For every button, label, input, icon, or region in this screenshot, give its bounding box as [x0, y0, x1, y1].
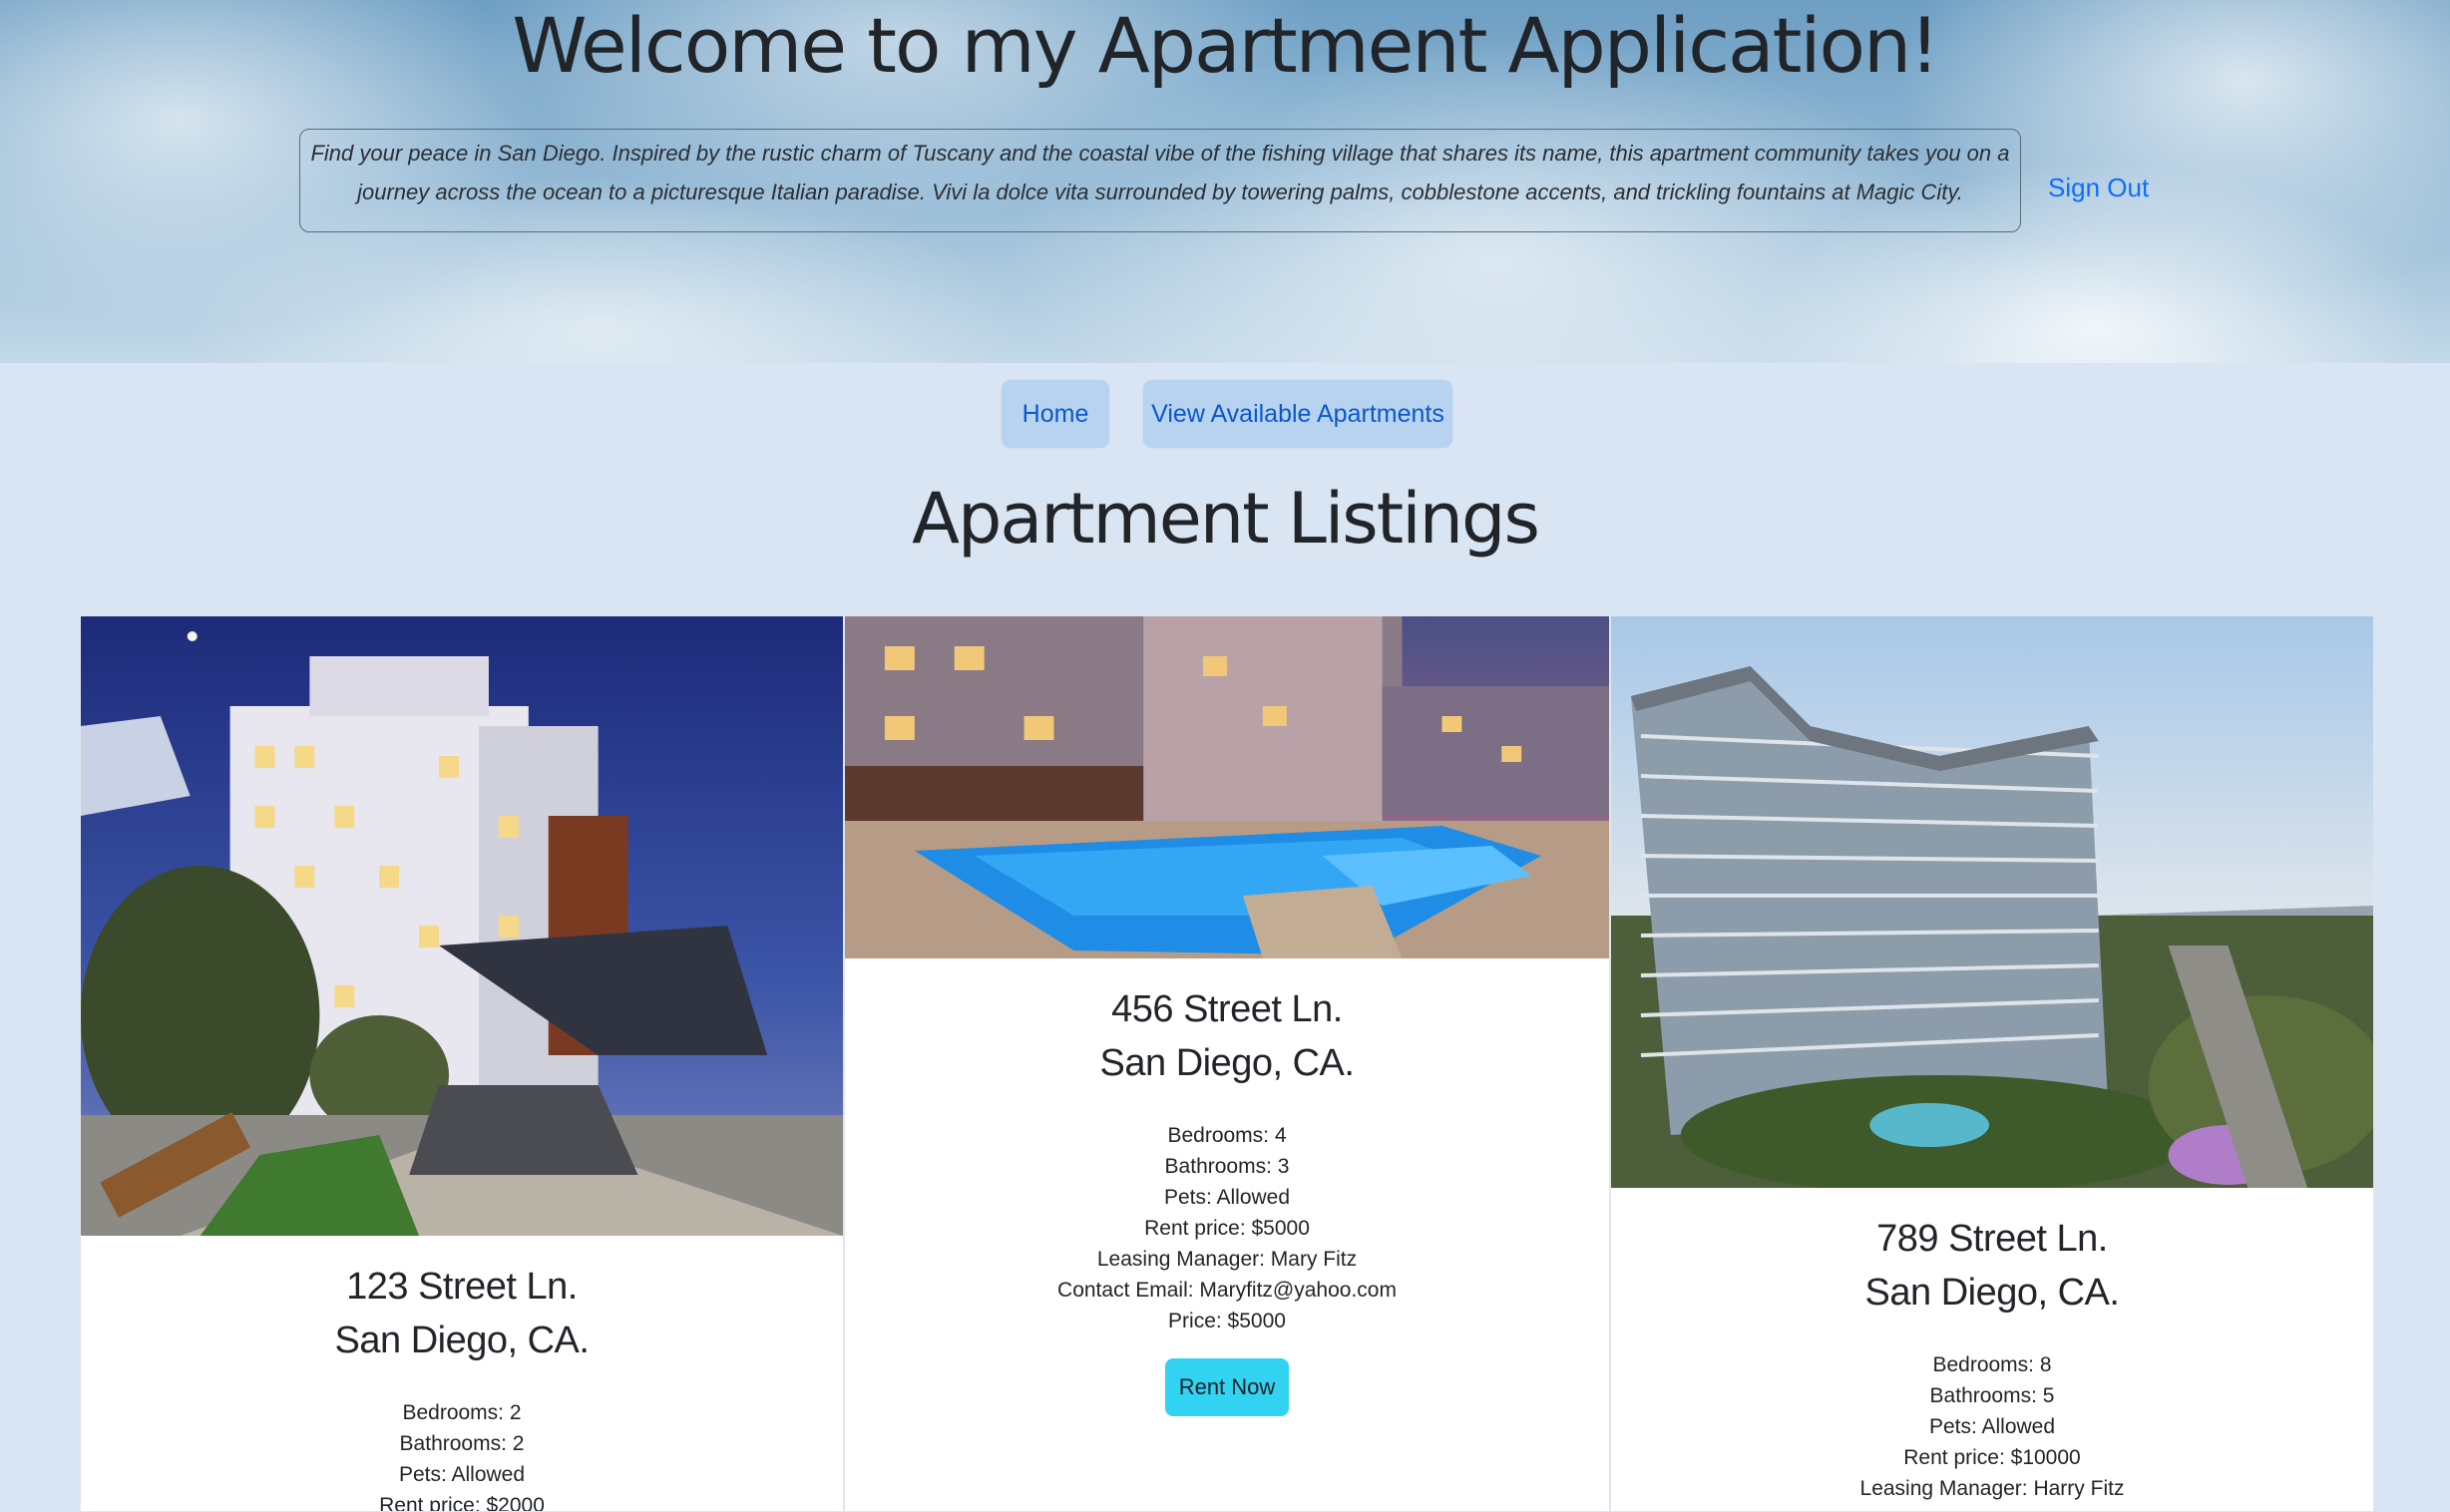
listing-details: 123 Street Ln. San Diego, CA. Bedrooms: …	[81, 1260, 843, 1512]
listing-rent-price: Rent price: $10000	[1903, 1446, 2081, 1469]
listing-details: 456 Street Ln. San Diego, CA. Bedrooms: …	[845, 982, 1609, 1416]
page-title: Welcome to my Apartment Application!	[512, 1, 1939, 90]
home-button[interactable]: Home	[1001, 379, 1110, 449]
listing-contact-email: Contact Email: Maryfitz@yahoo.com	[1057, 1279, 1397, 1302]
listing-details: 789 Street Ln. San Diego, CA. Bedrooms: …	[1611, 1212, 2373, 1504]
sign-out-link[interactable]: Sign Out	[2048, 168, 2149, 207]
rent-now-button[interactable]: Rent Now	[1165, 1358, 1289, 1416]
main-nav: Home View Available Apartments	[0, 379, 2450, 451]
apartment-photo	[1611, 616, 2373, 1188]
listing-street: 123 Street Ln.	[346, 1266, 578, 1308]
listing-card: 789 Street Ln. San Diego, CA. Bedrooms: …	[1610, 615, 2374, 1512]
apartment-photo	[845, 616, 1609, 958]
listing-leasing-manager: Leasing Manager: Mary Fitz	[1096, 1248, 1358, 1271]
listing-bathrooms: Bathrooms: 2	[399, 1432, 525, 1455]
listing-city: San Diego, CA.	[334, 1320, 590, 1361]
intro-description: Find your peace in San Diego. Inspired b…	[299, 129, 2021, 232]
hero-banner: Welcome to my Apartment Application! Fin…	[0, 0, 2450, 363]
listing-bedrooms: Bedrooms: 8	[1932, 1353, 2052, 1376]
listing-bathrooms: Bathrooms: 3	[1164, 1155, 1290, 1178]
listing-bedrooms: Bedrooms: 4	[1167, 1124, 1287, 1147]
listing-street: 789 Street Ln.	[1876, 1218, 2108, 1260]
listing-city: San Diego, CA.	[1864, 1272, 2120, 1314]
listings-heading: Apartment Listings	[912, 478, 1540, 560]
listing-pets: Pets: Allowed	[398, 1463, 526, 1486]
listing-rent-price: Rent price: $2000	[379, 1494, 545, 1512]
listing-pets: Pets: Allowed	[1928, 1415, 2056, 1438]
listing-card: 123 Street Ln. San Diego, CA. Bedrooms: …	[80, 615, 844, 1512]
listing-leasing-manager: Leasing Manager: Harry Fitz	[1859, 1477, 2125, 1500]
apartment-photo	[81, 616, 843, 1236]
listing-pets: Pets: Allowed	[1163, 1186, 1291, 1209]
listing-street: 456 Street Ln.	[1111, 988, 1343, 1030]
view-available-apartments-button[interactable]: View Available Apartments	[1142, 379, 1453, 449]
listing-bathrooms: Bathrooms: 5	[1929, 1384, 2055, 1407]
listing-city: San Diego, CA.	[1099, 1042, 1355, 1084]
listing-price: Price: $5000	[1168, 1310, 1286, 1332]
listing-card: 456 Street Ln. San Diego, CA. Bedrooms: …	[844, 615, 1610, 1512]
listing-bedrooms: Bedrooms: 2	[402, 1401, 522, 1424]
listing-rent-price: Rent price: $5000	[1144, 1217, 1310, 1240]
